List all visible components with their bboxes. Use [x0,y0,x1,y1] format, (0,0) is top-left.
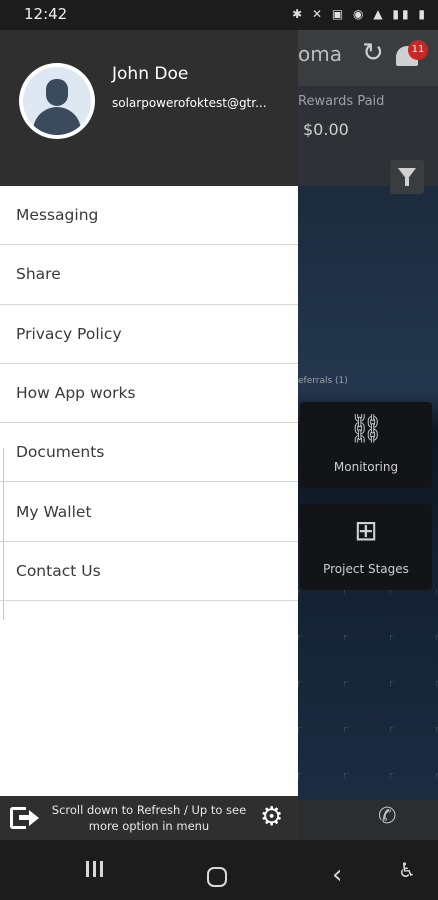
scroll-edge-indicator [0,448,4,620]
drawer-footer: Scroll down to Refresh / Up to see more … [0,796,298,840]
bottom-strip [298,800,438,840]
menu-item-contact-us[interactable]: Contact Us [0,542,298,602]
scroll-hint-text: Scroll down to Refresh / Up to see more … [51,803,247,833]
back-button[interactable]: ‹ [332,860,342,890]
status-bar: 12:42 ✱ ✕ ▣ ◉ ▲ ▮▮ ▮ [0,0,438,30]
menu-item-label: Share [16,265,61,284]
menu-item-messaging[interactable]: Messaging [0,186,298,246]
menu-item-label: Privacy Policy [16,324,122,343]
menu-item-label: Contact Us [16,561,101,580]
menu-item-label: Messaging [16,206,99,225]
phone-chat-icon[interactable]: ✆ [378,804,396,829]
status-time: 12:42 [24,5,68,23]
flow-icon: ⊞ [354,514,378,547]
gear-icon[interactable]: ⚙ [260,802,283,832]
tile-project-stages[interactable]: ⊞ Project Stages [300,504,432,590]
navigation-drawer: John Doe solarpowerofoktest@gtr... Messa… [0,30,298,840]
menu-item-my-wallet[interactable]: My Wallet [0,482,298,542]
menu-item-label: Documents [16,443,105,462]
notification-badge: 11 [408,40,428,60]
tile-label: Project Stages [323,562,409,576]
tile-monitoring[interactable]: ⛓ Monitoring [300,402,432,488]
menu-item-privacy-policy[interactable]: Privacy Policy [0,305,298,364]
refresh-icon[interactable]: ↻ [362,38,384,68]
user-email: solarpowerofoktest@gtr... [112,96,267,110]
user-name: John Doe [112,64,189,84]
avatar[interactable] [19,63,95,139]
drawer-menu: Messaging Share Privacy Policy How App w… [0,186,298,620]
status-icons: ✱ ✕ ▣ ◉ ▲ ▮▮ ▮ [292,7,428,21]
link-icon: ⛓ [348,412,384,445]
logout-icon[interactable] [10,804,40,832]
system-nav-bar: ‹ ♿ [0,840,438,900]
avatar-placeholder-icon [23,67,91,135]
menu-item-label: How App works [16,384,136,403]
menu-item-how-app-works[interactable]: How App works [0,364,298,424]
rewards-value: $0.00 [303,120,349,139]
menu-item-documents[interactable]: Documents [0,423,298,483]
tile-label: Monitoring [333,460,399,474]
rewards-label: Rewards Paid [298,94,385,109]
referrals-text: eferrals (1) [298,376,348,386]
recents-button[interactable] [86,858,107,882]
accessibility-icon[interactable]: ♿ [398,858,416,882]
home-button[interactable] [207,867,227,887]
app-title: oma [298,42,342,66]
menu-item-share[interactable]: Share [0,245,298,305]
drawer-header: John Doe solarpowerofoktest@gtr... [0,30,298,186]
filter-icon[interactable] [390,160,424,194]
menu-item-label: My Wallet [16,502,92,521]
